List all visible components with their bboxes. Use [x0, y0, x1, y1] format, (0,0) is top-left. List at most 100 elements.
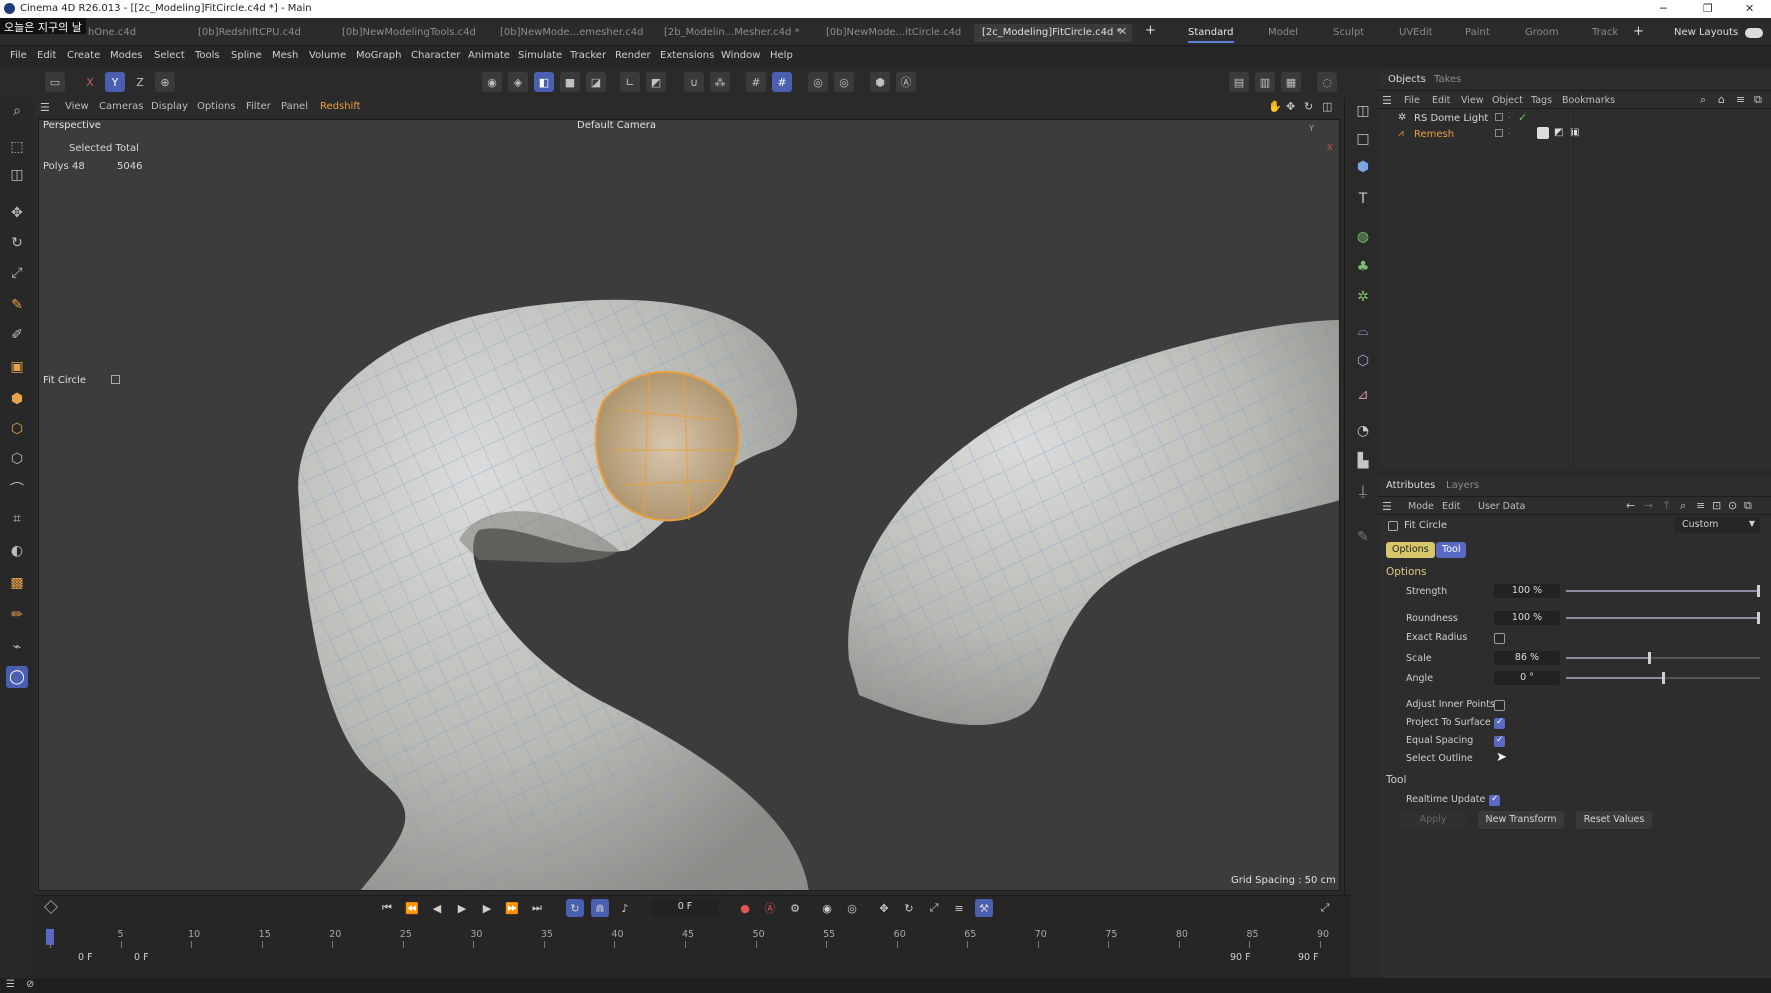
strength-slider[interactable] — [1566, 585, 1760, 597]
vp-menu-cameras[interactable]: Cameras — [99, 101, 143, 112]
search-icon[interactable]: ⌕ — [1680, 499, 1686, 513]
points-mode-icon[interactable]: ◉ — [482, 72, 502, 92]
motion-record-icon[interactable]: ◉ — [818, 899, 836, 917]
adjust-inner-points-checkbox[interactable] — [1494, 700, 1505, 711]
preview-range-icon[interactable]: ⋒ — [591, 899, 609, 917]
pan-view-icon[interactable]: ✋ — [1268, 100, 1282, 113]
loop-icon[interactable]: ↻ — [566, 899, 584, 917]
close-tab-icon[interactable]: ✕ — [1118, 25, 1127, 38]
attr-menu-mode[interactable]: Mode — [1408, 501, 1434, 512]
obj-menu-tags[interactable]: Tags — [1531, 95, 1552, 106]
roundness-slider[interactable] — [1566, 612, 1760, 624]
dolly-view-icon[interactable]: ✥ — [1286, 100, 1295, 113]
tag-icon[interactable]: ⍊ — [1352, 480, 1374, 502]
cube-primitive-icon[interactable]: ▣ — [6, 356, 28, 378]
layout-tab-track[interactable]: Track — [1592, 27, 1618, 38]
angle-field[interactable]: 0 ° — [1494, 671, 1560, 685]
pen-tool-icon[interactable]: ✎ — [6, 294, 28, 316]
preview-start-field[interactable]: 0 F — [134, 952, 149, 963]
new-layouts-button[interactable]: New Layouts — [1674, 27, 1738, 38]
menu-spline[interactable]: Spline — [231, 50, 262, 61]
tab-objects[interactable]: Objects — [1388, 74, 1426, 85]
cube-icon[interactable]: ⬢ — [1352, 156, 1374, 178]
prev-key-icon[interactable]: ⏪ — [403, 899, 421, 917]
menu-render[interactable]: Render — [615, 50, 651, 61]
exact-radius-checkbox[interactable] — [1494, 633, 1505, 644]
workplane-icon[interactable]: ∟ — [620, 72, 640, 92]
redshift-render-icon[interactable]: ◌ — [1317, 72, 1337, 92]
object-row[interactable]: ⩘ Remesh ⁚ ◩ ▣ — [1382, 126, 1762, 142]
menu-window[interactable]: Window — [721, 50, 760, 61]
layout-tab-uvedit[interactable]: UVEdit — [1399, 27, 1433, 38]
minimize-icon[interactable]: ─ — [1660, 2, 1667, 15]
vp-menu-view[interactable]: View — [65, 101, 89, 112]
scale-key-icon[interactable]: ⤢ — [925, 899, 943, 917]
subdivision-icon[interactable]: ⬢ — [6, 388, 28, 410]
start-frame-field[interactable]: 0 F — [78, 952, 93, 963]
obj-menu-view[interactable]: View — [1461, 95, 1484, 106]
obj-menu-edit[interactable]: Edit — [1432, 95, 1450, 106]
menu-tools[interactable]: Tools — [195, 50, 220, 61]
next-key-icon[interactable]: ⏩ — [503, 899, 521, 917]
reset-values-button[interactable]: Reset Values — [1576, 811, 1652, 829]
layout-toggle[interactable] — [1745, 28, 1763, 38]
attributes-hamburger-icon[interactable]: ☰ — [1382, 500, 1392, 513]
material-tag-icon[interactable] — [1537, 127, 1549, 139]
camera-object-icon[interactable]: ⊿ — [1352, 384, 1374, 406]
lock-icon[interactable]: ⊡ — [1712, 499, 1721, 512]
menu-mograph[interactable]: MoGraph — [356, 50, 401, 61]
enabled-check-icon[interactable]: ✓ — [1518, 111, 1527, 124]
sound-icon[interactable]: ♪ — [616, 899, 634, 917]
realtime-update-checkbox[interactable] — [1489, 794, 1500, 806]
object-mode-icon[interactable]: ▭ — [45, 72, 65, 92]
up-arrow-icon[interactable]: ↑ — [1662, 499, 1671, 512]
objects-hamburger-icon[interactable]: ☰ — [1382, 94, 1392, 107]
timeline-expand-icon[interactable]: ⤢ — [1316, 899, 1334, 917]
obj-menu-object[interactable]: Object — [1492, 95, 1523, 106]
polygons-mode-icon[interactable]: ◧ — [534, 72, 554, 92]
equal-spacing-checkbox[interactable] — [1494, 735, 1505, 747]
axis-z-toggle[interactable]: Z — [130, 72, 150, 92]
doc-tab-active[interactable]: [2c_Modeling]FitCircle.c4d * — [974, 24, 1132, 42]
texture-mode-icon[interactable]: ◪ — [586, 72, 606, 92]
forward-arrow-icon[interactable]: → — [1644, 499, 1653, 512]
snap-tool-icon[interactable]: ⌗ — [6, 508, 28, 530]
add-tab-icon[interactable]: + — [1145, 23, 1156, 38]
filter-icon[interactable]: ≡ — [1736, 93, 1745, 106]
deformer-bend-icon[interactable]: ⌓ — [1352, 320, 1374, 342]
visibility-dots-icon[interactable]: ⁚ — [1508, 111, 1511, 120]
scale-slider[interactable] — [1566, 652, 1760, 664]
uv-mode-icon[interactable]: ■ — [560, 72, 580, 92]
doc-tab[interactable]: [0b]NewModelingTools.c4d — [342, 24, 476, 42]
doc-tab[interactable]: [0b]RedshiftCPU.c4d — [198, 24, 301, 42]
close-icon[interactable]: ✕ — [1745, 2, 1754, 15]
layout-tab-paint[interactable]: Paint — [1465, 27, 1490, 38]
roundness-field[interactable]: 100 % — [1494, 611, 1560, 625]
search-icon[interactable]: ⌕ — [6, 100, 28, 122]
grid-icon[interactable]: # — [746, 72, 766, 92]
rotate-view-icon[interactable]: ↻ — [1304, 100, 1313, 113]
layout-tab-sculpt[interactable]: Sculpt — [1333, 27, 1364, 38]
record-icon[interactable]: ● — [736, 899, 754, 917]
go-to-end-icon[interactable]: ⏭ — [528, 899, 546, 917]
render-view-icon[interactable]: ▤ — [1229, 72, 1249, 92]
axis-x-toggle[interactable]: X — [80, 72, 100, 92]
axis-y-toggle[interactable]: Y — [105, 72, 125, 92]
preset-dropdown[interactable]: Custom ▼ — [1674, 517, 1760, 533]
subtab-tool[interactable]: Tool — [1436, 542, 1467, 558]
obj-menu-bookmarks[interactable]: Bookmarks — [1562, 95, 1615, 106]
snap-icon[interactable]: ◎ — [808, 72, 828, 92]
effector-icon[interactable]: ✲ — [1352, 286, 1374, 308]
menu-select[interactable]: Select — [154, 50, 185, 61]
home-icon[interactable]: ⌂ — [1718, 93, 1725, 106]
vp-menu-filter[interactable]: Filter — [246, 101, 271, 112]
vp-menu-options[interactable]: Options — [197, 101, 236, 112]
doc-tab[interactable]: [0b]NewMode...emesher.c4d — [500, 24, 643, 42]
doc-tab[interactable]: hOne.c4d — [88, 24, 136, 42]
spline-pen-icon[interactable]: ✐ — [6, 324, 28, 346]
apply-button[interactable]: Apply — [1400, 811, 1466, 829]
prev-frame-icon[interactable]: ◀ — [428, 899, 446, 917]
solo-icon[interactable]: ◩ — [646, 72, 666, 92]
generator-icon[interactable]: ⬡ — [6, 418, 28, 440]
project-to-surface-checkbox[interactable] — [1494, 717, 1505, 729]
